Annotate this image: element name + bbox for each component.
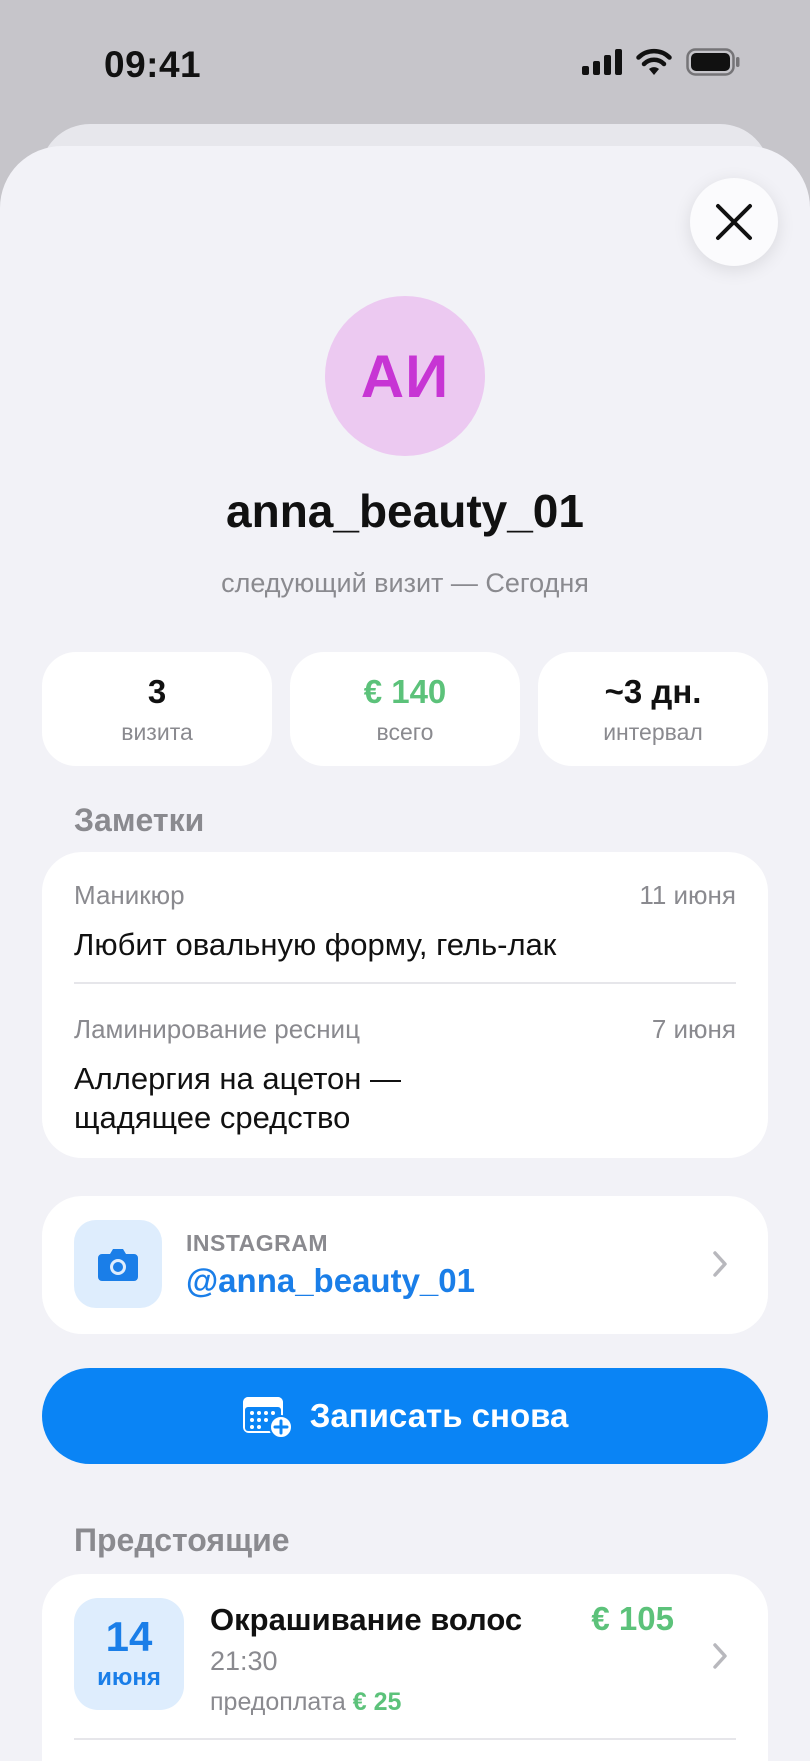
note-divider <box>74 982 736 984</box>
status-time: 09:41 <box>104 44 202 85</box>
stat-value: ~3 дн. <box>604 672 702 710</box>
stats-row: 3 визита € 140 всего ~3 дн. интервал <box>42 652 768 766</box>
notes-section-title: Заметки <box>74 802 205 838</box>
battery-icon <box>686 48 740 76</box>
note-category: Маникюр <box>74 880 185 910</box>
appointment-service: Окрашивание волос <box>210 1602 523 1637</box>
prepay-amount: € 25 <box>352 1688 402 1716</box>
prepay-label: предоплата <box>210 1688 346 1716</box>
wifi-icon <box>636 48 672 75</box>
book-again-label: Записать снова <box>309 1397 569 1434</box>
stat-total: € 140 всего <box>290 652 520 766</box>
instagram-icon-tile <box>74 1220 162 1308</box>
avatar: АИ <box>325 296 485 456</box>
stat-visits: 3 визита <box>42 652 272 766</box>
instagram-label: INSTAGRAM <box>186 1230 329 1256</box>
date-day: 14 <box>105 1613 153 1660</box>
stat-label: интервал <box>603 718 703 745</box>
appointment-price: € 105 <box>591 1600 674 1637</box>
stat-label: всего <box>376 718 434 745</box>
stat-value: € 140 <box>363 672 447 710</box>
note-category: Ламинирование ресниц <box>74 1014 360 1044</box>
appointment-time: 21:30 <box>210 1646 278 1676</box>
client-username: anna_beauty_01 <box>226 485 584 537</box>
status-icons <box>582 48 740 76</box>
camera-icon <box>98 1249 138 1281</box>
note-item[interactable]: Маникюр 11 июня Любит овальную форму, ге… <box>74 880 736 964</box>
appointment-divider <box>74 1738 736 1740</box>
upcoming-card: 14 июня Окрашивание волос 21:30 предопла… <box>42 1574 768 1761</box>
close-button[interactable] <box>690 178 778 266</box>
appointment-prepay: предоплата € 25 <box>210 1688 401 1717</box>
calendar-add-icon <box>242 1397 293 1439</box>
notes-card: Маникюр 11 июня Любит овальную форму, ге… <box>42 852 768 1158</box>
next-visit-text: следующий визит — Сегодня <box>221 568 589 598</box>
instagram-link[interactable]: INSTAGRAM @anna_beauty_01 <box>42 1196 768 1334</box>
chevron-right-icon <box>713 1251 727 1277</box>
date-month: июня <box>97 1664 161 1691</box>
cellular-icon <box>582 49 622 75</box>
note-date: 7 июня <box>651 1014 736 1044</box>
instagram-handle: @anna_beauty_01 <box>186 1262 475 1299</box>
status-bar: 09:41 <box>0 0 810 130</box>
stat-interval: ~3 дн. интервал <box>538 652 768 766</box>
chevron-right-icon <box>713 1643 727 1669</box>
stat-value: 3 <box>147 672 167 710</box>
note-text: Аллергия на ацетон — щадящее средство <box>74 1061 402 1136</box>
upcoming-item[interactable]: 14 июня Окрашивание волос 21:30 предопла… <box>42 1574 768 1738</box>
close-icon <box>716 204 752 240</box>
avatar-initials: АИ <box>360 342 450 410</box>
book-again-button[interactable]: Записать снова <box>42 1368 768 1464</box>
stat-label: визита <box>121 718 193 745</box>
date-badge: 14 июня <box>74 1598 184 1710</box>
note-text: Любит овальную форму, гель-лак <box>74 927 557 962</box>
note-item[interactable]: Ламинирование ресниц 7 июня Аллергия на … <box>74 1014 736 1138</box>
upcoming-section-title: Предстоящие <box>74 1522 290 1558</box>
note-date: 11 июня <box>639 880 736 910</box>
